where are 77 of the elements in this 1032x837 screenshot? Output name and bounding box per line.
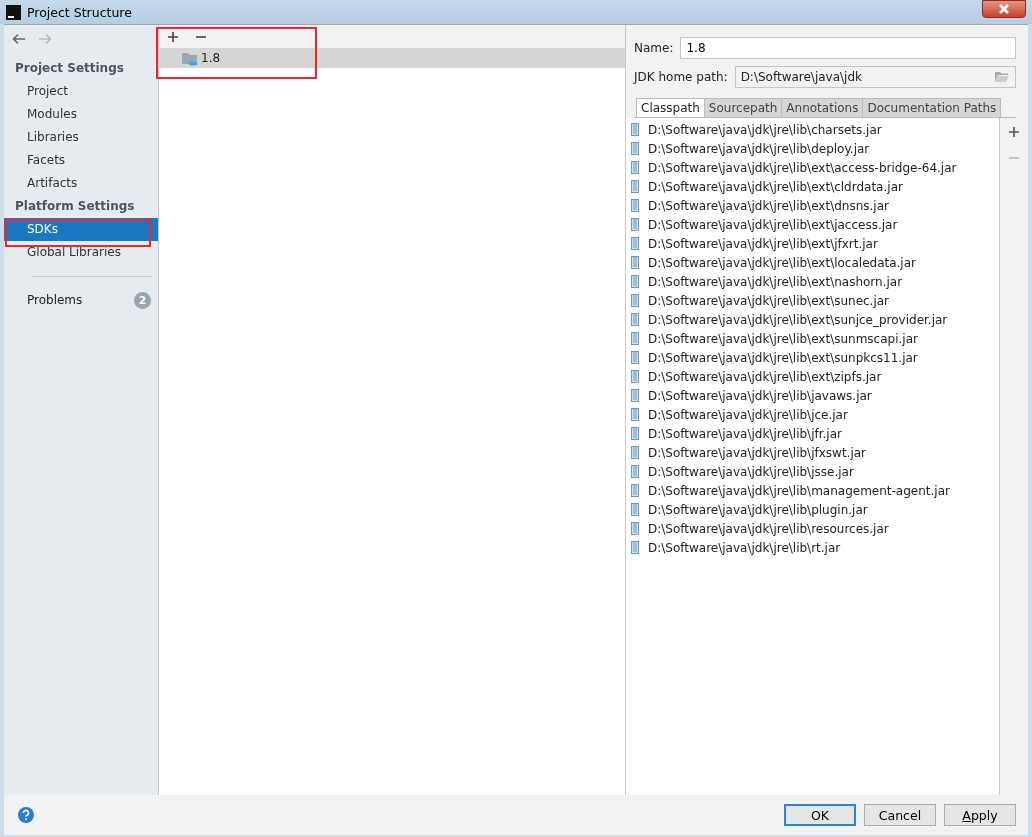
- tab[interactable]: Annotations: [781, 98, 864, 117]
- classpath-entry[interactable]: D:\Software\java\jdk\jre\lib\ext\nashorn.jar: [648, 274, 903, 289]
- tab[interactable]: Classpath: [636, 98, 705, 117]
- classpath-entry[interactable]: D:\Software\java\jdk\jre\lib\ext\jfxrt.jar: [648, 236, 878, 251]
- sidebar-item[interactable]: Libraries: [4, 126, 158, 149]
- jar-icon: [631, 237, 639, 250]
- dialog-button[interactable]: OK: [784, 804, 856, 826]
- jar-icon: [631, 408, 639, 421]
- sdk-list-item[interactable]: 1.8: [159, 48, 625, 68]
- jar-icon: [631, 161, 639, 174]
- classpath-entry[interactable]: D:\Software\java\jdk\jre\lib\ext\cldrdata.jar: [648, 179, 903, 194]
- jar-icon: [631, 465, 639, 478]
- sidebar-item[interactable]: Modules: [4, 103, 158, 126]
- jar-icon: [631, 484, 639, 497]
- help-icon[interactable]: [18, 807, 34, 823]
- sidebar-item[interactable]: Problems: [27, 293, 83, 307]
- classpath-entry[interactable]: D:\Software\java\jdk\jre\lib\deploy.jar: [648, 141, 870, 156]
- classpath-entry[interactable]: D:\Software\java\jdk\jre\lib\ext\access-bridge-64.jar: [648, 160, 957, 175]
- sidebar-item[interactable]: Global Libraries: [4, 241, 158, 264]
- classpath-entry[interactable]: D:\Software\java\jdk\jre\lib\resources.jar: [648, 521, 889, 536]
- jar-icon: [631, 275, 639, 288]
- classpath-entry[interactable]: D:\Software\java\jdk\jre\lib\management-agent.jar: [648, 483, 950, 498]
- section-heading: Platform Settings: [14, 198, 136, 215]
- jar-icon: [631, 541, 639, 554]
- jar-icon: [631, 180, 639, 193]
- field-label: JDK home path:: [634, 70, 728, 84]
- app-icon: [6, 4, 21, 20]
- classpath-entry[interactable]: D:\Software\java\jdk\jre\lib\jfr.jar: [648, 426, 842, 441]
- jar-icon: [631, 351, 639, 364]
- jar-icon: [631, 256, 639, 269]
- jar-icon: [631, 199, 639, 212]
- close-button[interactable]: [982, 0, 1026, 18]
- classpath-entry[interactable]: D:\Software\java\jdk\jre\lib\ext\sunec.jar: [648, 293, 890, 308]
- add-icon[interactable]: [1008, 126, 1020, 138]
- tab[interactable]: Documentation Paths: [862, 98, 1002, 117]
- classpath-entry[interactable]: D:\Software\java\jdk\jre\lib\ext\sunmscapi.jar: [648, 331, 918, 346]
- section-heading: Project Settings: [14, 60, 125, 77]
- name-field[interactable]: 1.8: [680, 37, 1016, 59]
- jar-icon: [631, 123, 639, 136]
- jar-icon: [631, 313, 639, 326]
- jar-icon: [631, 389, 639, 402]
- jar-icon: [631, 503, 639, 516]
- window-title: Project Structure: [27, 4, 132, 20]
- field-label: Name:: [634, 41, 674, 55]
- classpath-entry[interactable]: D:\Software\java\jdk\jre\lib\ext\jaccess.jar: [648, 217, 898, 232]
- jar-icon: [631, 218, 639, 231]
- jar-icon: [631, 332, 639, 345]
- classpath-entry[interactable]: D:\Software\java\jdk\jre\lib\ext\zipfs.jar: [648, 369, 882, 384]
- classpath-entry[interactable]: D:\Software\java\jdk\jre\lib\charsets.jar: [648, 122, 882, 137]
- classpath-entry[interactable]: D:\Software\java\jdk\jre\lib\plugin.jar: [648, 502, 868, 517]
- sidebar-item[interactable]: Project: [4, 80, 158, 103]
- classpath-entry[interactable]: D:\Software\java\jdk\jre\lib\jce.jar: [648, 407, 848, 422]
- dialog-button[interactable]: Cancel: [864, 804, 936, 826]
- sidebar-item[interactable]: Artifacts: [4, 172, 158, 195]
- jar-icon: [631, 142, 639, 155]
- classpath-entry[interactable]: D:\Software\java\jdk\jre\lib\ext\localedata.jar: [648, 255, 916, 270]
- jar-icon: [631, 294, 639, 307]
- tab[interactable]: Sourcepath: [703, 98, 783, 117]
- jdk-folder-icon: [181, 50, 199, 66]
- classpath-entry[interactable]: D:\Software\java\jdk\jre\lib\javaws.jar: [648, 388, 872, 403]
- dialog-button[interactable]: Apply: [944, 804, 1016, 826]
- jar-icon: [631, 446, 639, 459]
- jar-icon: [631, 522, 639, 535]
- jar-icon: [631, 370, 639, 383]
- count-badge: 2: [134, 291, 151, 309]
- classpath-entry[interactable]: D:\Software\java\jdk\jre\lib\jfxswt.jar: [648, 445, 867, 460]
- jar-icon: [631, 427, 639, 440]
- classpath-entry[interactable]: D:\Software\java\jdk\jre\lib\ext\sunjce_provider.jar: [648, 312, 948, 327]
- classpath-entry[interactable]: D:\Software\java\jdk\jre\lib\rt.jar: [648, 540, 841, 555]
- path-field[interactable]: D:\Software\java\jdk: [734, 66, 1016, 88]
- add-icon[interactable]: [167, 31, 179, 43]
- classpath-entry[interactable]: D:\Software\java\jdk\jre\lib\jsse.jar: [648, 464, 854, 479]
- classpath-entry[interactable]: D:\Software\java\jdk\jre\lib\ext\dnsns.jar: [648, 198, 889, 213]
- close-icon: [997, 3, 1011, 15]
- back-arrow-icon[interactable]: [12, 33, 26, 45]
- sidebar-item[interactable]: Facets: [4, 149, 158, 172]
- classpath-entry[interactable]: D:\Software\java\jdk\jre\lib\ext\sunpkcs11.jar: [648, 350, 918, 365]
